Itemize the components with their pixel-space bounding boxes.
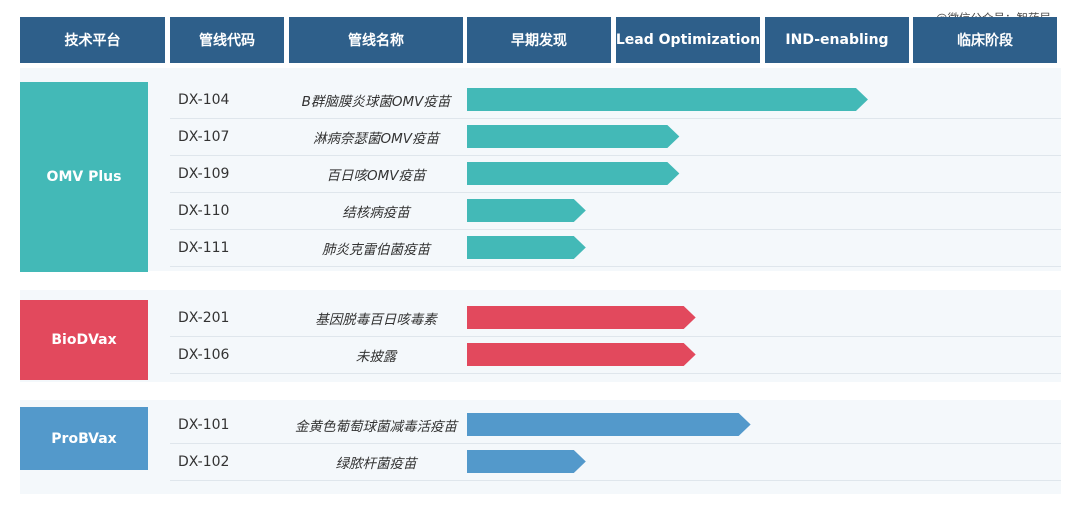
progress-bar-dx-109 <box>467 162 680 185</box>
pipeline-progress-bars <box>467 88 868 473</box>
progress-bar-dx-110 <box>467 199 586 222</box>
progress-bar-dx-106 <box>467 343 696 366</box>
progress-bar-dx-111 <box>467 236 586 259</box>
progress-bar-dx-102 <box>467 450 586 473</box>
progress-bar-dx-201 <box>467 306 696 329</box>
progress-bar-dx-101 <box>467 413 751 436</box>
progress-bar-dx-107 <box>467 125 680 148</box>
progress-bar-dx-104 <box>467 88 868 111</box>
